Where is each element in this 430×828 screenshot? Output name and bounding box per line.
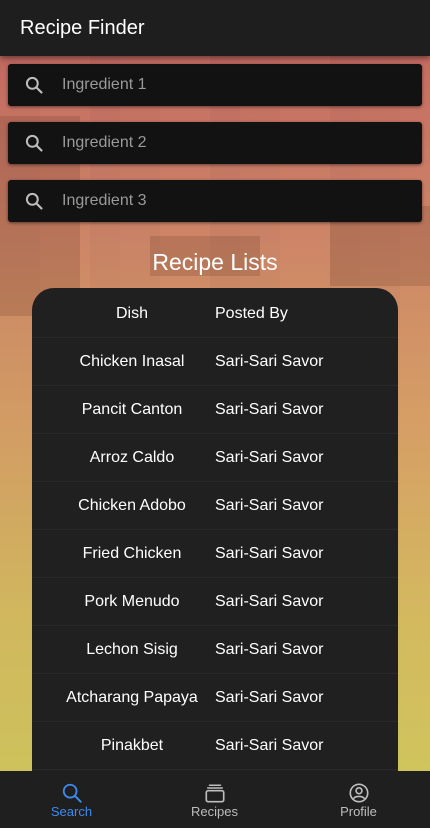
dish-cell: Chicken Inasal (79, 353, 185, 370)
recipes-icon (205, 784, 225, 803)
ingredient-3-input[interactable] (62, 180, 412, 222)
posted-by-cell: Sari-Sari Savor (215, 593, 324, 610)
posted-by-cell: Sari-Sari Savor (215, 545, 324, 562)
table-row[interactable]: Arroz Caldo Sari-Sari Savor (32, 434, 398, 482)
column-header-posted-by: Posted By (215, 305, 288, 322)
table-row[interactable]: Chicken Adobo Sari-Sari Savor (32, 482, 398, 530)
table-row[interactable]: Pinakbet Sari-Sari Savor (32, 722, 398, 770)
posted-by-cell: Sari-Sari Savor (215, 449, 324, 466)
dish-cell: Atcharang Papaya (66, 689, 198, 706)
table-row[interactable]: Atcharang Papaya Sari-Sari Savor (32, 674, 398, 722)
app-bar: Recipe Finder (0, 0, 430, 56)
dish-cell: Lechon Sisig (86, 641, 178, 658)
column-header-dish: Dish (115, 305, 148, 322)
ingredient-2-search[interactable] (8, 122, 422, 164)
table-header-row: Dish Posted By (32, 290, 398, 338)
dish-cell: Fried Chicken (82, 545, 182, 562)
search-icon (25, 76, 43, 94)
dish-cell: Pancit Canton (81, 401, 183, 418)
dish-cell: Pinakbet (100, 737, 164, 754)
table-row[interactable]: Chicken Inasal Sari-Sari Savor (32, 338, 398, 386)
search-icon (25, 192, 43, 210)
dish-cell: Arroz Caldo (89, 449, 175, 466)
table-row[interactable]: Pork Menudo Sari-Sari Savor (32, 578, 398, 626)
posted-by-cell: Sari-Sari Savor (215, 497, 324, 514)
posted-by-cell: Sari-Sari Savor (215, 353, 324, 370)
nav-label-search: Search (50, 804, 93, 819)
main-content[interactable]: Recipe Lists Dish Posted By Chicken Inas… (0, 56, 430, 771)
search-icon (25, 134, 43, 152)
posted-by-cell: Sari-Sari Savor (215, 641, 324, 658)
nav-label-profile: Profile (340, 804, 377, 819)
ingredient-1-search[interactable] (8, 64, 422, 106)
posted-by-cell: Sari-Sari Savor (215, 401, 324, 418)
search-icon (62, 783, 82, 803)
nav-item-recipes[interactable]: Recipes (143, 771, 286, 828)
table-row[interactable]: Pancit Canton Sari-Sari Savor (32, 386, 398, 434)
app-title: Recipe Finder (20, 17, 145, 39)
ingredient-2-input[interactable] (62, 122, 412, 164)
dish-cell: Pork Menudo (84, 593, 180, 610)
posted-by-cell: Sari-Sari Savor (215, 689, 324, 706)
ingredient-1-input[interactable] (62, 64, 412, 106)
nav-item-search[interactable]: Search (0, 771, 143, 828)
recipe-table[interactable]: Dish Posted By Chicken Inasal Sari-Sari … (32, 288, 398, 771)
ingredient-3-search[interactable] (8, 180, 422, 222)
nav-label-recipes: Recipes (191, 804, 238, 819)
table-row[interactable]: Lechon Sisig Sari-Sari Savor (32, 626, 398, 674)
bottom-navigation: Search Recipes Profile (0, 771, 430, 828)
profile-icon (349, 783, 369, 803)
recipe-lists-heading: Recipe Lists (152, 249, 278, 275)
posted-by-cell: Sari-Sari Savor (215, 737, 324, 754)
table-row[interactable]: Fried Chicken Sari-Sari Savor (32, 530, 398, 578)
dish-cell: Chicken Adobo (78, 497, 186, 514)
nav-item-profile[interactable]: Profile (287, 771, 430, 828)
